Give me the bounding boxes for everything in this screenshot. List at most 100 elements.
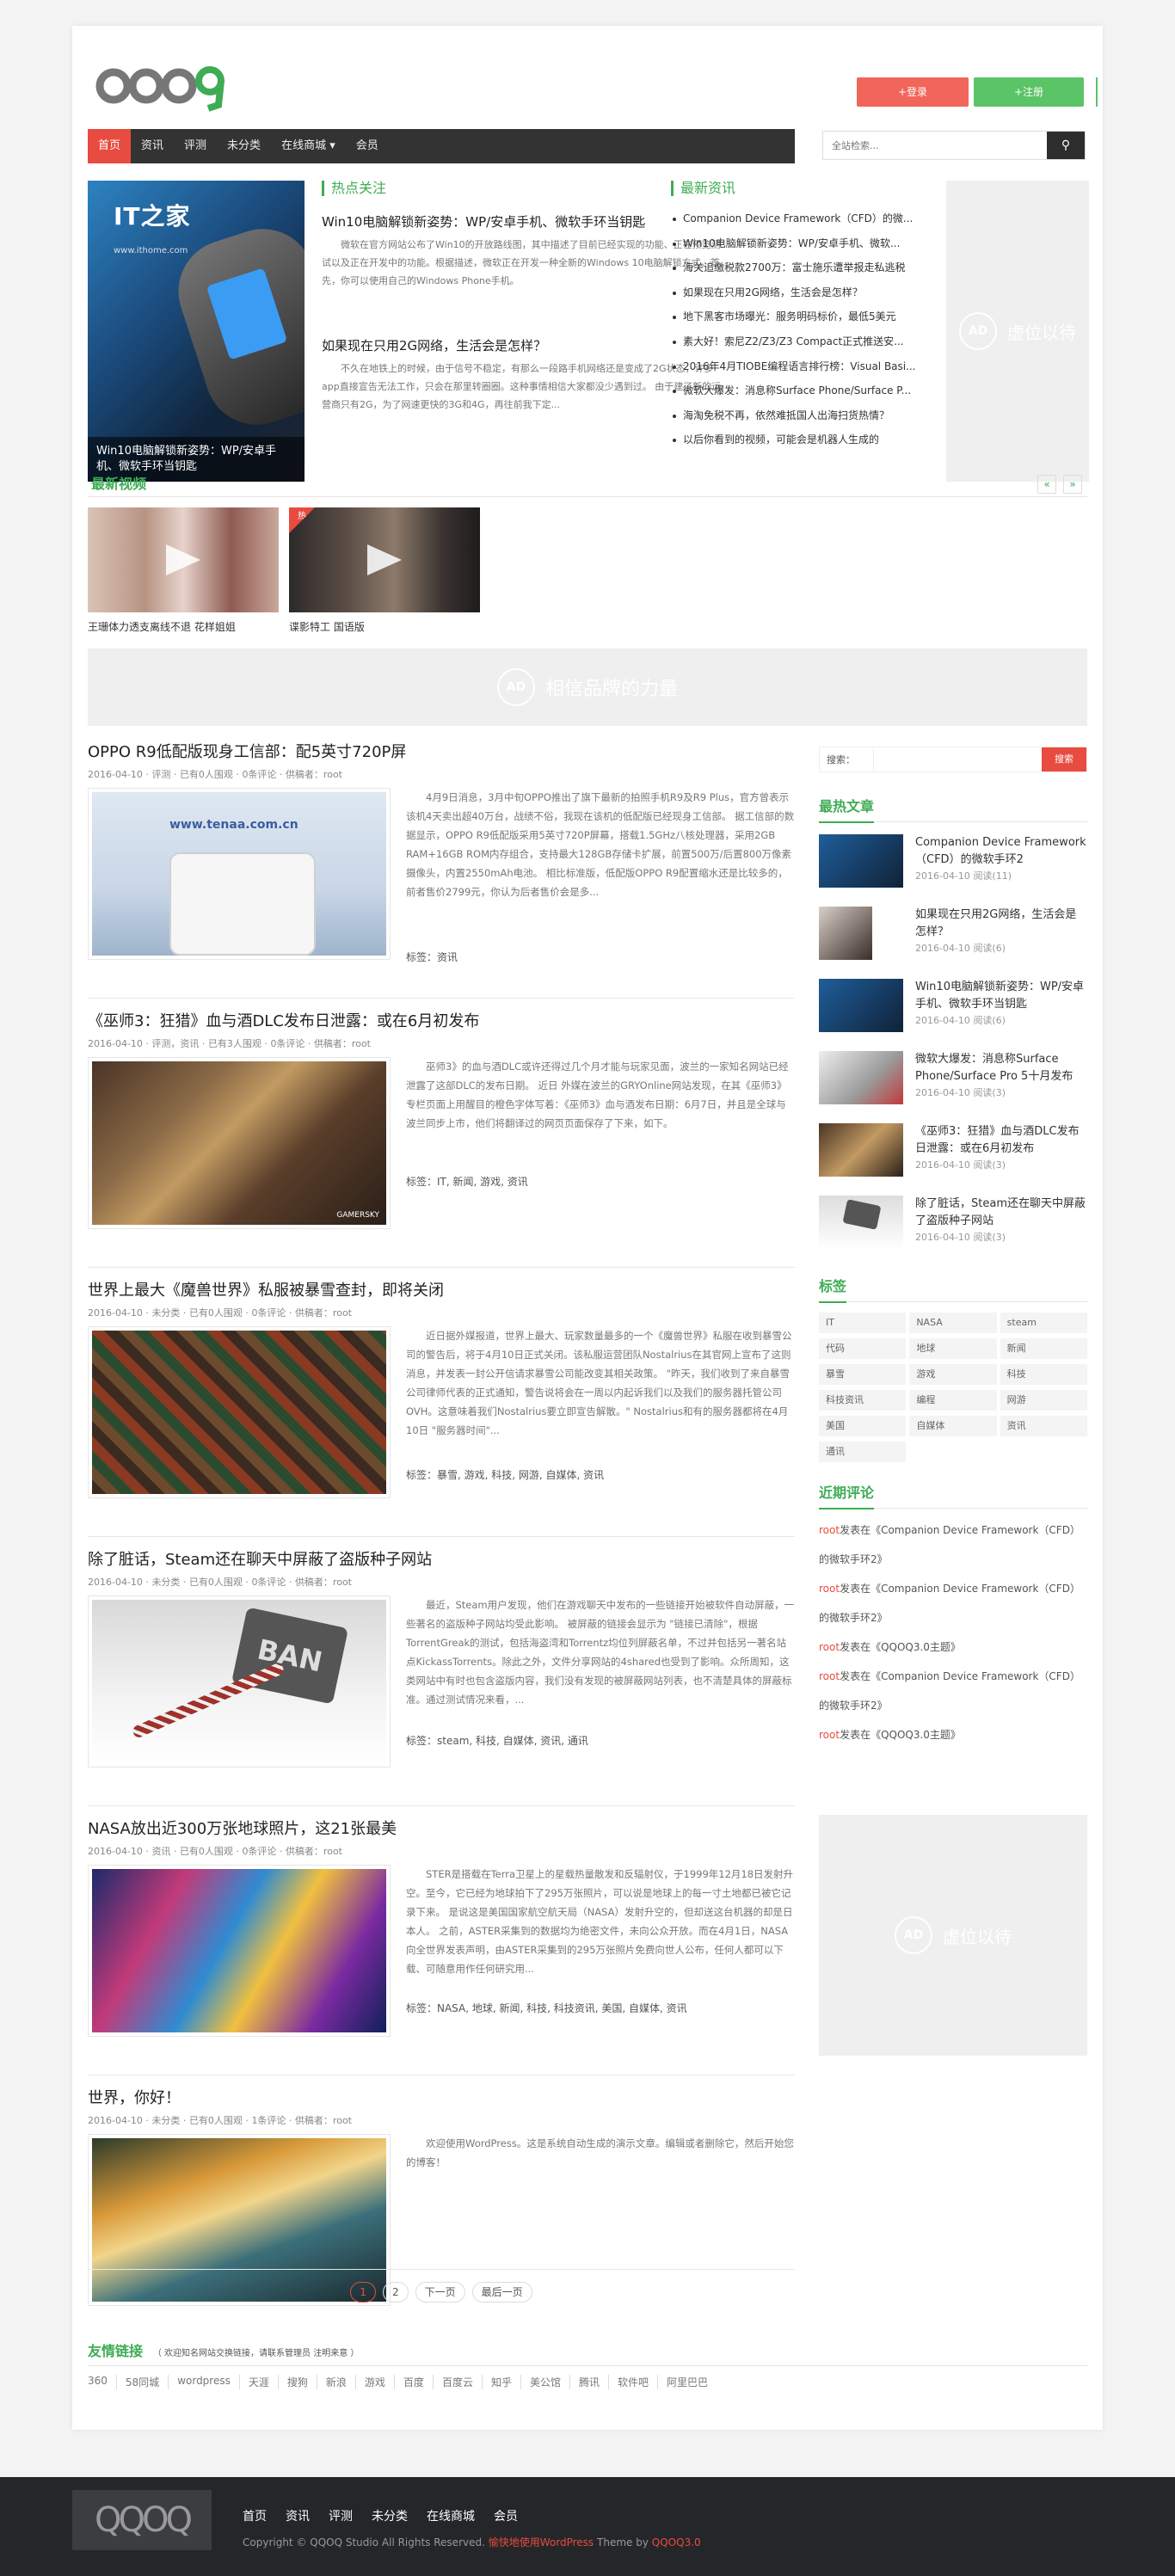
nav-shop[interactable]: 在线商城 ▾ <box>271 129 346 163</box>
post-comments[interactable]: 0条评论 <box>251 1307 286 1319</box>
list-item[interactable]: 《巫师3：狂猎》血与酒DLC发布日泄露：或在6月初发布 2016-04-10 阅读… <box>819 1123 1087 1183</box>
post-category[interactable]: 未分类 <box>151 1307 180 1319</box>
hot-item-title[interactable]: Win10电脑解锁新姿势：WP/安卓手机、微软手环当钥匙 <box>322 212 726 232</box>
comment-author[interactable]: root <box>819 1729 840 1741</box>
list-item[interactable]: 微软大爆发：消息称Surface Phone/Surface P... <box>671 378 939 403</box>
list-item[interactable]: Win10电脑解锁新姿势：WP/安卓手机、微软手环当钥匙 2016-04-10 阅… <box>819 979 1087 1039</box>
post-comments[interactable]: 1条评论 <box>251 2115 286 2126</box>
hot-post-title[interactable]: Companion Device Framework（CFD）的微软手环2 <box>915 834 1087 869</box>
friend-link[interactable]: 阿里巴巴 <box>657 2375 717 2389</box>
comment-item[interactable]: root发表在《Companion Device Framework（CFD）的… <box>819 1515 1087 1574</box>
next-page[interactable]: 下一页 <box>415 2282 465 2302</box>
post-category[interactable]: 资讯 <box>151 1846 170 1857</box>
post-thumbnail[interactable] <box>88 1326 391 1498</box>
footer-nav-member[interactable]: 会员 <box>494 2510 518 2524</box>
friend-link[interactable]: 百度云 <box>432 2375 482 2389</box>
tag[interactable]: 科技 <box>1000 1364 1087 1385</box>
tag[interactable]: 自媒体 <box>909 1416 997 1436</box>
powered-link[interactable]: 愉快地使用WordPress <box>489 2536 594 2548</box>
login-button[interactable]: +登录 <box>857 77 969 107</box>
friend-link[interactable]: 新浪 <box>316 2375 355 2389</box>
list-item[interactable]: 微软大爆发：消息称Surface Phone/Surface Pro 5十月发布… <box>819 1051 1087 1111</box>
sidebar-search-input[interactable] <box>873 748 1042 771</box>
post-author[interactable]: 供稿者：root <box>295 1577 352 1588</box>
post-author[interactable]: 供稿者：root <box>286 1846 342 1857</box>
post-comments[interactable]: 0条评论 <box>251 1577 286 1588</box>
post-author[interactable]: 供稿者：root <box>295 2115 352 2126</box>
tag[interactable]: 网游 <box>1000 1390 1087 1411</box>
friend-link[interactable]: 天涯 <box>238 2375 278 2389</box>
tag[interactable]: IT <box>819 1313 907 1333</box>
comment-text[interactable]: 发表在《QQOQ3.0主题》 <box>840 1641 961 1653</box>
friend-link[interactable]: 美公馆 <box>520 2375 569 2389</box>
friend-link[interactable]: 58同城 <box>115 2375 168 2389</box>
tag[interactable]: 科技资讯 <box>819 1390 907 1411</box>
tag[interactable]: 地球 <box>909 1338 997 1359</box>
tag[interactable]: NASA <box>909 1313 997 1333</box>
friend-link[interactable]: 知乎 <box>481 2375 520 2389</box>
comment-author[interactable]: root <box>819 1641 840 1653</box>
post-thumbnail[interactable]: GAMERSKY <box>88 1057 391 1229</box>
post-title[interactable]: NASA放出近300万张地球照片，这21张最美 <box>88 1817 795 1839</box>
ad-slot-top[interactable]: AD 虚位以待 <box>946 181 1089 482</box>
nav-member[interactable]: 会员 <box>346 129 389 163</box>
tag[interactable]: 游戏 <box>909 1364 997 1385</box>
list-item[interactable]: 除了脏话，Steam还在聊天中屏蔽了盗版种子网站 2016-04-10 阅读(3) <box>819 1196 1087 1256</box>
ad-banner[interactable]: AD 相信品牌的力量 <box>88 649 1087 726</box>
hero-slide[interactable]: IT之家 www.ithome.com Win10电脑解锁新姿势：WP/安卓手机… <box>88 181 305 482</box>
list-item[interactable]: 以后你看到的视频，可能会是机器人生成的 <box>671 427 939 452</box>
tag[interactable]: 代码 <box>819 1338 907 1359</box>
comment-item[interactable]: root发表在《Companion Device Framework（CFD）的… <box>819 1662 1087 1720</box>
tag[interactable]: 通讯 <box>819 1442 907 1462</box>
comment-author[interactable]: root <box>819 1670 840 1682</box>
friend-link[interactable]: 搜狗 <box>277 2375 317 2389</box>
tag[interactable]: 资讯 <box>1000 1416 1087 1436</box>
list-item[interactable]: 海淘免税不再，依然难抵国人出海扫货热情？ <box>671 403 939 428</box>
post-category[interactable]: 评测 <box>151 769 170 780</box>
ad-slot-sidebar[interactable]: AD 虚位以待 <box>819 1815 1087 2056</box>
comment-item[interactable]: root发表在《Companion Device Framework（CFD）的… <box>819 1574 1087 1632</box>
footer-nav-uncategorized[interactable]: 未分类 <box>372 2510 408 2524</box>
video-thumb[interactable]: 热 <box>289 507 480 612</box>
list-item[interactable]: 地下黑客市场曝光：服务明码标价，最低5美元 <box>671 304 939 329</box>
post-title[interactable]: 除了脏话，Steam还在聊天中屏蔽了盗版种子网站 <box>88 1547 795 1570</box>
list-item[interactable]: 素大好！索尼Z2/Z3/Z3 Compact正式推送安... <box>671 329 939 354</box>
friend-link[interactable]: 软件吧 <box>608 2375 657 2389</box>
hot-post-title[interactable]: 如果现在只用2G网络，生活会是怎样？ <box>915 907 1087 941</box>
post-tags[interactable]: 标签：暴雪, 游戏, 科技, 网游, 自媒体, 资讯 <box>406 1467 604 1482</box>
register-button[interactable]: +注册 <box>974 77 1084 107</box>
post-tags[interactable]: 标签：IT, 新闻, 游戏, 资讯 <box>406 1174 528 1189</box>
comment-text[interactable]: 发表在《Companion Device Framework（CFD）的微软手环… <box>819 1670 1080 1712</box>
nav-review[interactable]: 评测 <box>174 129 217 163</box>
post-title[interactable]: 世界上最大《魔兽世界》私服被暴雪查封，即将关闭 <box>88 1278 795 1300</box>
hot-post-title[interactable]: 除了脏话，Steam还在聊天中屏蔽了盗版种子网站 <box>915 1196 1087 1230</box>
comment-author[interactable]: root <box>819 1583 840 1595</box>
post-category[interactable]: 评测，资讯 <box>151 1038 199 1049</box>
page-2[interactable]: 2 <box>382 2282 409 2302</box>
comment-item[interactable]: root发表在《QQOQ3.0主题》 <box>819 1720 1087 1749</box>
video-thumb[interactable] <box>88 507 279 612</box>
footer-nav-shop[interactable]: 在线商城 <box>427 2510 475 2524</box>
post-comments[interactable]: 0条评论 <box>242 769 276 780</box>
video-caption[interactable]: 谍影特工 国语版 <box>289 619 365 634</box>
footer-logo[interactable]: QQOQ <box>72 2490 212 2550</box>
comment-text[interactable]: 发表在《Companion Device Framework（CFD）的微软手环… <box>819 1583 1080 1624</box>
last-page[interactable]: 最后一页 <box>471 2282 532 2302</box>
post-title[interactable]: OPPO R9低配版现身工信部：配5英寸720P屏 <box>88 740 795 762</box>
hot-item-title[interactable]: 如果现在只用2G网络，生活会是怎样？ <box>322 335 726 356</box>
comment-author[interactable]: root <box>819 1524 840 1536</box>
page-1[interactable]: 1 <box>350 2282 376 2302</box>
comment-text[interactable]: 发表在《QQOQ3.0主题》 <box>840 1729 961 1741</box>
footer-nav-review[interactable]: 评测 <box>329 2510 353 2524</box>
nav-uncategorized[interactable]: 未分类 <box>217 129 271 163</box>
nav-news[interactable]: 资讯 <box>131 129 174 163</box>
friend-link[interactable]: 游戏 <box>354 2375 394 2389</box>
comment-text[interactable]: 发表在《Companion Device Framework（CFD）的微软手环… <box>819 1524 1080 1565</box>
friend-link[interactable]: wordpress <box>168 2375 239 2389</box>
footer-nav-news[interactable]: 资讯 <box>286 2510 310 2524</box>
theme-link[interactable]: QQOQ3.0 <box>652 2536 701 2548</box>
video-next-button[interactable]: » <box>1063 475 1082 494</box>
nav-home[interactable]: 首页 <box>88 129 132 163</box>
comment-item[interactable]: root发表在《QQOQ3.0主题》 <box>819 1632 1087 1662</box>
friend-link[interactable]: 腾讯 <box>569 2375 608 2389</box>
